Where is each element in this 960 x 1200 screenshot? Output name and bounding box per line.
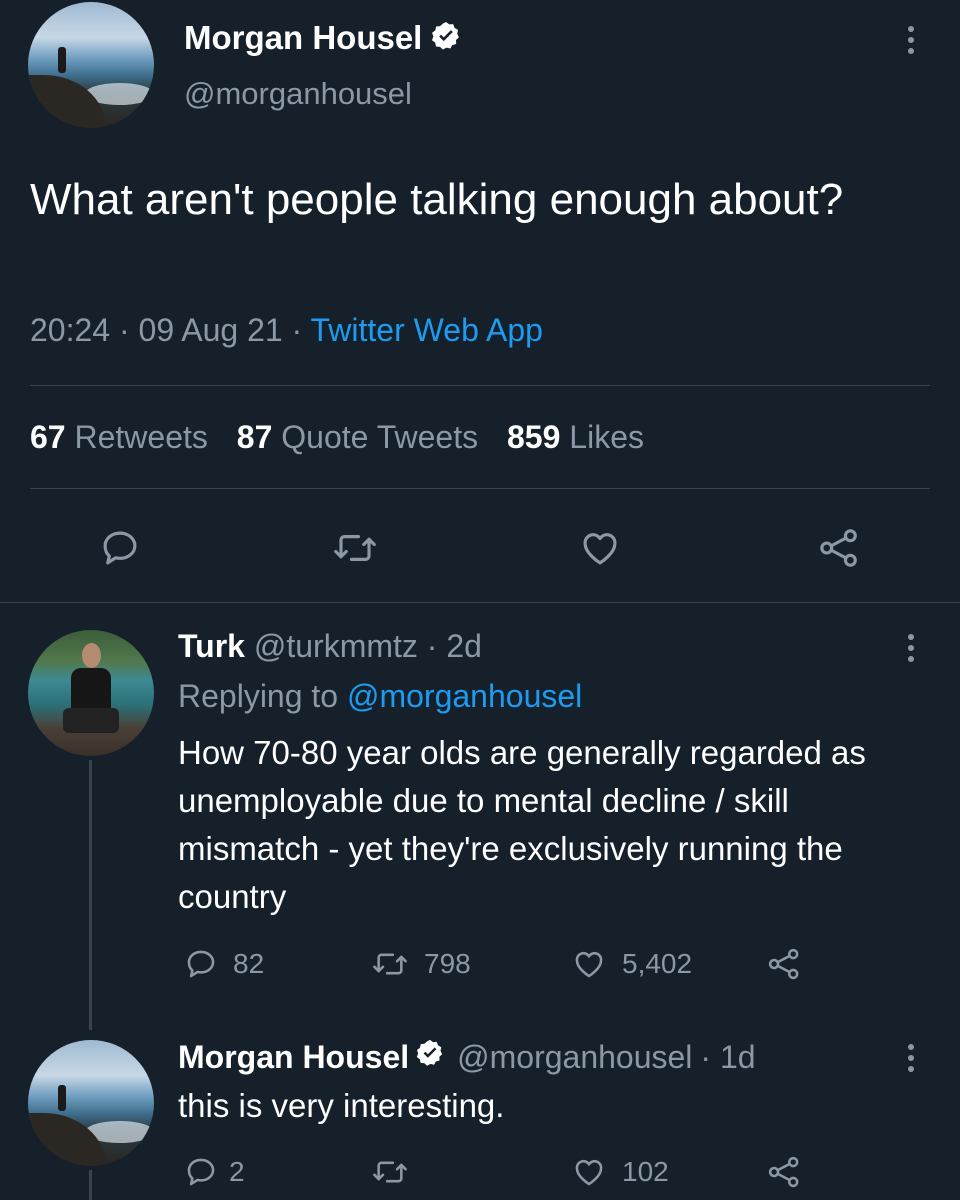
reply-icon: [187, 1158, 215, 1186]
retweet-count: 798: [424, 948, 471, 979]
reply-button[interactable]: 2: [183, 1155, 245, 1189]
share-icon: [820, 529, 857, 567]
quotes-count: 87: [236, 419, 273, 455]
share-icon: [768, 1156, 799, 1188]
thread-line: [89, 1170, 92, 1200]
tweet-source-link[interactable]: Twitter Web App: [311, 312, 543, 348]
retweet-icon: [373, 1161, 407, 1183]
divider: [0, 602, 960, 603]
more-vertical-icon[interactable]: [907, 634, 915, 662]
retweet-button[interactable]: [332, 527, 378, 569]
reply-age[interactable]: · 2d: [427, 628, 482, 664]
heart-icon: [583, 533, 617, 565]
author-handle[interactable]: @morganhousel: [184, 76, 412, 112]
reply-icon: [187, 950, 215, 978]
retweet-icon: [373, 953, 407, 975]
reply-author-handle[interactable]: @morganhousel: [457, 1039, 692, 1076]
retweet-icon: [334, 535, 376, 561]
reply-author-handle[interactable]: @turkmmtz: [254, 628, 418, 664]
likes-count: 859: [507, 419, 561, 455]
verified-badge-icon: [415, 1038, 445, 1076]
share-button[interactable]: [765, 1155, 803, 1189]
like-button[interactable]: [578, 527, 622, 569]
verified-badge-icon: [430, 20, 462, 57]
like-count: 5,402: [622, 948, 693, 979]
tweet-date: 09 Aug 21: [138, 312, 283, 348]
likes-stat[interactable]: 859 Likes: [507, 419, 644, 455]
quotes-stat[interactable]: 87 Quote Tweets: [237, 419, 487, 455]
more-vertical-icon[interactable]: [907, 26, 915, 54]
author-avatar[interactable]: [28, 2, 154, 128]
replying-to-label: Replying to: [178, 678, 339, 714]
reply-avatar[interactable]: [28, 630, 154, 756]
reply-text: How 70-80 year olds are generally regard…: [178, 734, 866, 915]
like-button[interactable]: 5,402: [570, 947, 692, 981]
tweet-text: What aren't people talking enough about?: [30, 175, 844, 224]
reply-text: this is very interesting.: [178, 1087, 505, 1124]
reply-header: Turk @turkmmtz · 2d: [178, 628, 482, 665]
retweets-label: Retweets: [74, 419, 208, 455]
like-count: 102: [622, 1156, 669, 1187]
heart-icon: [575, 1159, 603, 1186]
reply-count: 82: [233, 948, 265, 979]
reply-icon: [103, 531, 137, 565]
reply-header: Morgan Housel @morganhousel · 1d: [178, 1034, 756, 1080]
heart-icon: [575, 951, 603, 978]
more-vertical-icon[interactable]: [907, 1044, 915, 1072]
share-button[interactable]: [765, 947, 803, 981]
reply-avatar[interactable]: [28, 1040, 154, 1166]
retweets-stat[interactable]: 67 Retweets: [30, 419, 217, 455]
reply-count: 2: [229, 1156, 245, 1187]
tweet-time: 20:24: [30, 312, 111, 348]
replying-to-handle-link[interactable]: @morganhousel: [347, 678, 582, 714]
quotes-label: Quote Tweets: [281, 419, 479, 455]
divider: [30, 385, 930, 386]
reply-age[interactable]: · 1d: [700, 1039, 755, 1076]
retweets-count: 67: [30, 419, 66, 455]
author-name-row: Morgan Housel: [184, 14, 462, 62]
meta-separator: ·: [118, 312, 130, 348]
meta-separator: ·: [291, 312, 303, 348]
thread-line: [89, 760, 92, 1030]
share-button[interactable]: [817, 527, 861, 569]
tweet-stats: 67 Retweets 87 Quote Tweets 859 Likes: [30, 419, 644, 456]
reply-author-name[interactable]: Morgan Housel: [178, 1039, 409, 1076]
replying-to: Replying to @morganhousel: [178, 678, 582, 715]
reply-author-name[interactable]: Turk: [178, 628, 245, 664]
author-name[interactable]: Morgan Housel: [184, 19, 422, 57]
like-button[interactable]: 102: [570, 1155, 669, 1189]
retweet-button[interactable]: 798: [370, 947, 471, 981]
likes-label: Likes: [569, 419, 644, 455]
reply-button[interactable]: [99, 527, 141, 569]
reply-button[interactable]: 82: [183, 947, 264, 981]
divider: [30, 488, 930, 489]
share-icon: [768, 948, 799, 980]
retweet-button[interactable]: [370, 1155, 410, 1189]
tweet-meta: 20:24 · 09 Aug 21 · Twitter Web App: [30, 312, 543, 349]
